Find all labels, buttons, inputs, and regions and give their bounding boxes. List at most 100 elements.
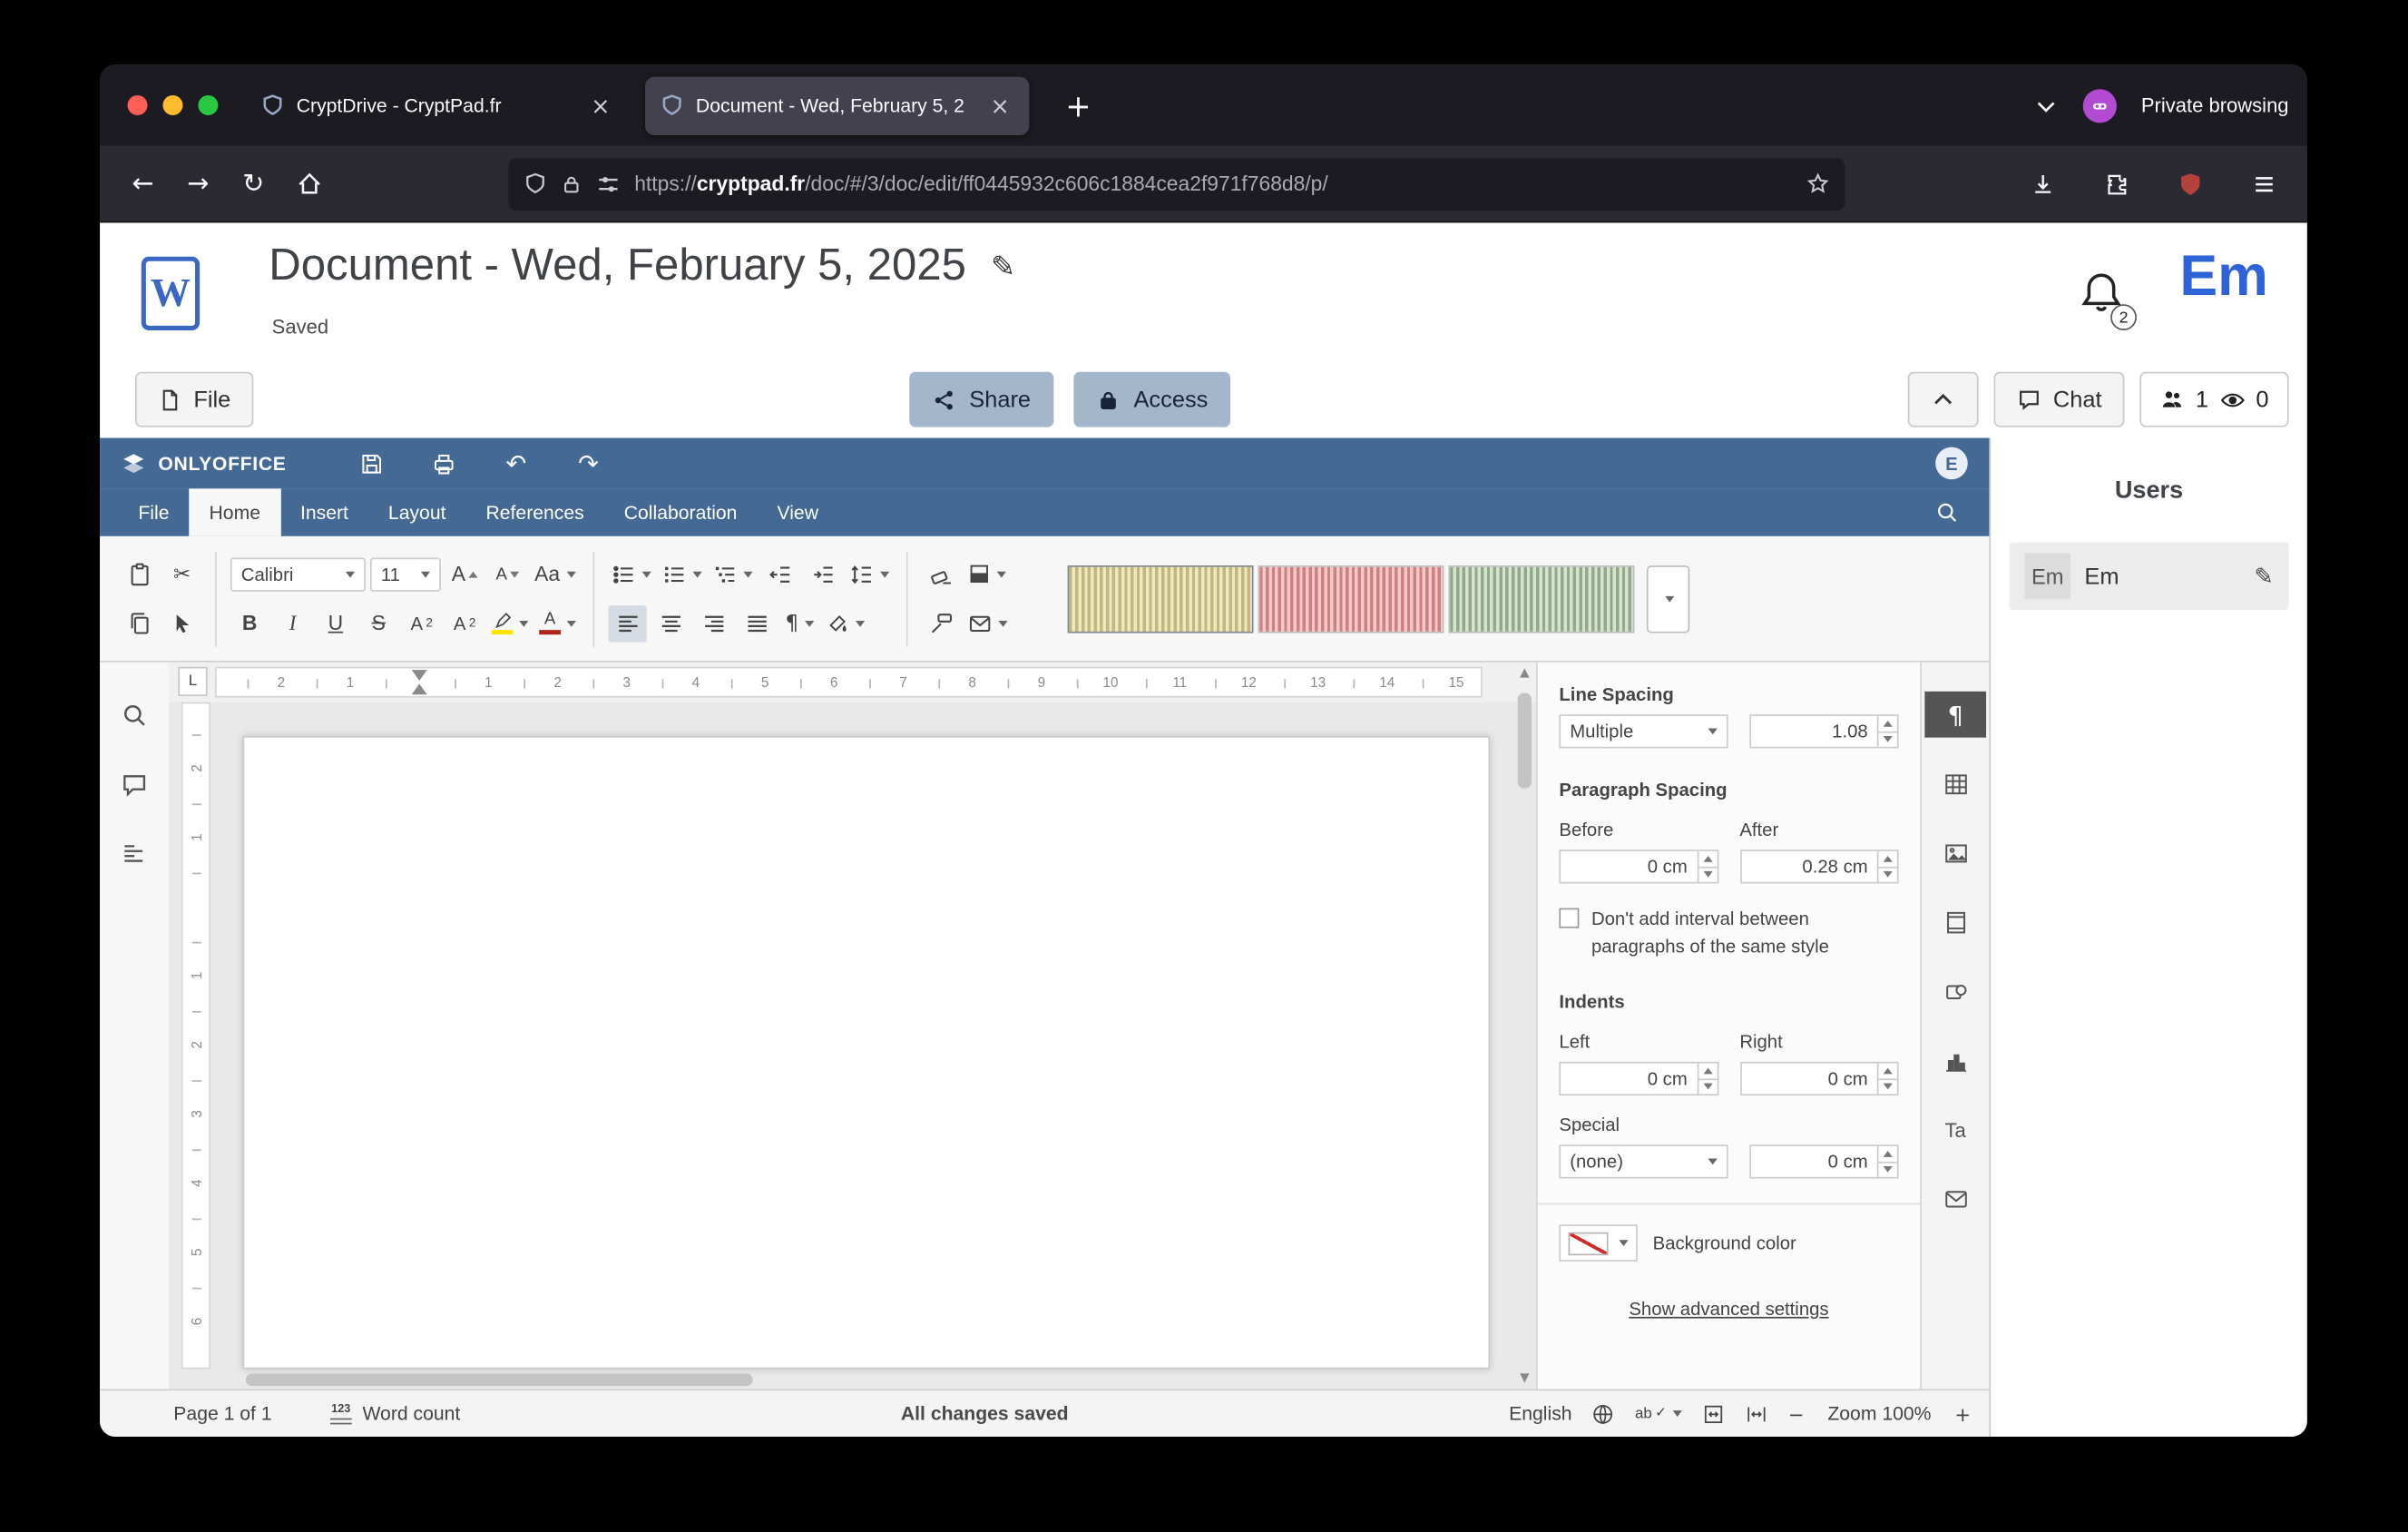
font-color-button[interactable]: A: [536, 604, 579, 642]
chat-button[interactable]: Chat: [1993, 372, 2125, 427]
style-preview-heading[interactable]: [1448, 565, 1634, 632]
word-count-button[interactable]: 123 Word count: [330, 1403, 460, 1425]
underline-button[interactable]: U: [317, 604, 355, 642]
h-ruler[interactable]: 12123456789101112131415: [215, 667, 1483, 698]
menu-tab-insert[interactable]: Insert: [280, 488, 368, 535]
font-size-select[interactable]: 11: [370, 557, 441, 591]
background-color-picker[interactable]: [1559, 1224, 1637, 1262]
indent-right-spinner[interactable]: 0 cm: [1739, 1062, 1898, 1095]
edit-name-pencil-icon[interactable]: ✎: [2254, 563, 2273, 590]
decrease-font-button[interactable]: A: [488, 555, 526, 593]
print-icon[interactable]: [424, 445, 464, 482]
page-indicator[interactable]: Page 1 of 1: [173, 1403, 271, 1425]
increase-indent-button[interactable]: [803, 555, 841, 593]
menu-tab-references[interactable]: References: [465, 488, 603, 535]
select-all-button[interactable]: [162, 604, 201, 642]
superscript-button[interactable]: A2: [403, 604, 441, 642]
ublock-icon[interactable]: [2163, 158, 2218, 211]
menu-tab-layout[interactable]: Layout: [368, 488, 466, 535]
menu-tab-collaboration[interactable]: Collaboration: [604, 488, 758, 535]
menu-tab-view[interactable]: View: [757, 488, 838, 535]
italic-button[interactable]: I: [273, 604, 311, 642]
reload-icon[interactable]: ↻: [226, 158, 281, 211]
presence-counts[interactable]: 1 0: [2140, 372, 2289, 427]
special-indent-spinner[interactable]: 0 cm: [1748, 1144, 1898, 1178]
cut-button[interactable]: ✂: [162, 555, 201, 593]
header-footer-settings-icon[interactable]: [1924, 899, 1986, 945]
file-menu-button[interactable]: File: [135, 372, 254, 427]
vertical-scrollbar[interactable]: ▲ ▼: [1514, 665, 1534, 1386]
bookmark-star-icon[interactable]: [1806, 172, 1829, 195]
new-tab-button[interactable]: +: [1057, 87, 1100, 124]
image-settings-icon[interactable]: [1924, 830, 1986, 876]
tracking-shield-icon[interactable]: [524, 172, 546, 195]
align-left-button[interactable]: [608, 604, 646, 642]
spellcheck-button[interactable]: ab ✓: [1635, 1405, 1682, 1422]
align-right-button[interactable]: [694, 604, 732, 642]
fill-color-button[interactable]: [964, 555, 1009, 593]
justify-button[interactable]: [738, 604, 776, 642]
notifications-bell[interactable]: 2: [2079, 269, 2131, 324]
show-advanced-settings-link[interactable]: Show advanced settings: [1559, 1299, 1898, 1321]
table-settings-icon[interactable]: [1924, 761, 1986, 807]
lock-icon[interactable]: [561, 172, 582, 194]
forward-icon[interactable]: →: [171, 158, 226, 211]
shape-settings-icon[interactable]: [1924, 968, 1986, 1015]
mail-merge-button[interactable]: [964, 604, 1011, 642]
bullet-list-button[interactable]: [608, 555, 654, 593]
menu-tab-home[interactable]: Home: [190, 488, 280, 535]
increase-font-button[interactable]: A: [445, 555, 484, 593]
tab-close-icon[interactable]: ×: [587, 92, 614, 119]
scroll-down-arrow[interactable]: ▼: [1520, 1370, 1529, 1386]
style-gallery-expand-button[interactable]: [1647, 565, 1689, 632]
fit-page-button[interactable]: [1702, 1402, 1725, 1425]
globe-icon[interactable]: [1592, 1402, 1615, 1425]
language-label[interactable]: English: [1509, 1403, 1571, 1425]
textart-settings-icon[interactable]: Ta: [1924, 1106, 1986, 1153]
highlight-color-button[interactable]: [488, 604, 531, 642]
close-window-button[interactable]: [128, 95, 148, 115]
permissions-icon[interactable]: [596, 172, 621, 196]
line-spacing-button[interactable]: [847, 555, 893, 593]
numbered-list-button[interactable]: [659, 555, 705, 593]
url-bar[interactable]: https://cryptpad.fr/doc/#/3/doc/edit/ff0…: [508, 158, 1845, 211]
nonprinting-chars-button[interactable]: ¶: [780, 604, 818, 642]
bold-button[interactable]: B: [230, 604, 269, 642]
comments-icon[interactable]: [105, 761, 163, 807]
tab-close-icon[interactable]: ×: [986, 92, 1013, 119]
tab-document[interactable]: Document - Wed, February 5, 2 ×: [645, 76, 1029, 134]
editor-user-avatar[interactable]: E: [1935, 447, 1968, 480]
line-spacing-amount-spinner[interactable]: 1.08: [1748, 714, 1898, 748]
v-ruler[interactable]: 12123456: [181, 702, 210, 1370]
save-icon[interactable]: [352, 445, 392, 482]
line-spacing-select[interactable]: Multiple: [1559, 714, 1727, 748]
menu-tab-file[interactable]: File: [118, 488, 189, 535]
rename-pencil-icon[interactable]: ✎: [991, 250, 1015, 283]
font-name-select[interactable]: Calibri: [230, 557, 366, 591]
fit-width-button[interactable]: [1745, 1402, 1767, 1425]
find-search-icon[interactable]: [105, 692, 163, 738]
paragraph-settings-icon[interactable]: ¶: [1924, 692, 1986, 738]
left-indent-marker[interactable]: [412, 683, 427, 694]
clear-style-button[interactable]: [922, 555, 960, 593]
style-preview-normal[interactable]: [1068, 565, 1254, 632]
align-center-button[interactable]: [651, 604, 690, 642]
tabstop-selector[interactable]: L: [178, 667, 207, 696]
downloads-icon[interactable]: [2015, 158, 2070, 211]
chart-settings-icon[interactable]: [1924, 1037, 1986, 1084]
home-icon[interactable]: [281, 158, 337, 211]
back-icon[interactable]: ←: [115, 158, 171, 211]
zoom-out-button[interactable]: −: [1788, 1402, 1805, 1425]
scroll-up-arrow[interactable]: ▲: [1520, 665, 1529, 681]
collapse-toolbar-button[interactable]: [1907, 372, 1978, 427]
strikethrough-button[interactable]: S: [359, 604, 397, 642]
access-button[interactable]: Access: [1073, 372, 1230, 427]
decrease-indent-button[interactable]: [760, 555, 798, 593]
share-button[interactable]: Share: [909, 372, 1053, 427]
user-list-item[interactable]: Em Em ✎: [2009, 543, 2288, 610]
extensions-puzzle-icon[interactable]: [2089, 158, 2144, 211]
document-page[interactable]: [242, 736, 1490, 1370]
spacing-before-spinner[interactable]: 0 cm: [1559, 849, 1718, 883]
maximize-window-button[interactable]: [198, 95, 218, 115]
no-interval-checkbox[interactable]: [1559, 908, 1579, 928]
